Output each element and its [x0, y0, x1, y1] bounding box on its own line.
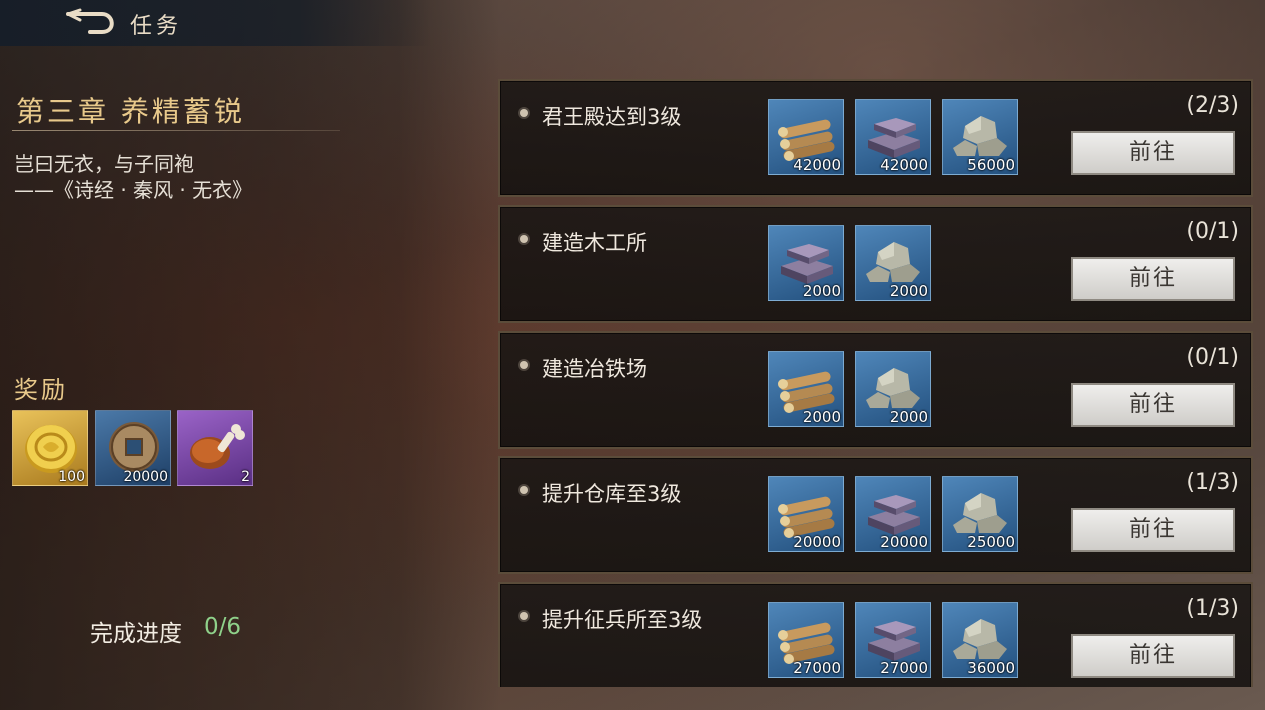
wood-icon [778, 496, 835, 538]
quest-progress-count: (2/3) [1186, 93, 1239, 118]
wood-icon [778, 119, 835, 161]
stone-icon [953, 116, 1007, 156]
go-button[interactable]: 前往 [1071, 383, 1235, 427]
resource-amount: 27000 [880, 659, 928, 677]
quest-progress-count: (0/1) [1186, 219, 1239, 244]
bullet-icon [520, 235, 528, 243]
resource-amount: 2000 [889, 282, 928, 300]
quest-progress-count: (1/3) [1186, 470, 1239, 495]
quest-name: 君王殿达到3级 [542, 105, 682, 129]
go-button[interactable]: 前往 [1071, 508, 1235, 552]
wood-icon [778, 371, 835, 413]
progress-value: 0/6 [204, 614, 242, 640]
page-title: 任务 [130, 14, 183, 39]
go-button[interactable]: 前往 [1071, 131, 1235, 175]
bullet-icon [520, 361, 528, 369]
resource-slot-stone[interactable]: 25000 [942, 476, 1018, 552]
bullet-icon [520, 612, 528, 620]
stone-icon [866, 368, 920, 408]
stone-icon [953, 493, 1007, 533]
divider [12, 130, 340, 131]
iron-ingot-icon [868, 621, 920, 661]
wood-icon [778, 622, 835, 664]
header-bar: 任务 [0, 0, 430, 46]
iron-ingot-icon [781, 244, 833, 284]
quest-card: 建造木工所 (0/1) 2000 2000 前往 [498, 205, 1253, 323]
resource-slot-wood[interactable]: 42000 [768, 99, 844, 175]
iron-ingot-icon [868, 118, 920, 158]
resource-amount: 20000 [793, 533, 841, 551]
quest-progress-count: (0/1) [1186, 345, 1239, 370]
resource-slot-iron[interactable]: 27000 [855, 602, 931, 678]
quest-name: 提升征兵所至3级 [542, 608, 703, 632]
quest-card: 提升征兵所至3级 (1/3) 27000 27000 36000 前往 [498, 582, 1253, 687]
quest-name: 提升仓库至3级 [542, 482, 682, 506]
reward-count: 100 [58, 469, 85, 485]
resource-slot-wood[interactable]: 2000 [768, 351, 844, 427]
resource-slot-wood[interactable]: 27000 [768, 602, 844, 678]
resource-amount: 2000 [802, 282, 841, 300]
resource-amount: 2000 [802, 408, 841, 426]
go-button[interactable]: 前往 [1071, 257, 1235, 301]
iron-ingot-icon [868, 495, 920, 535]
resource-slot-iron[interactable]: 2000 [768, 225, 844, 301]
reward-count: 20000 [123, 469, 168, 485]
chapter-quote-line1: 岂曰无衣，与子同袍 [14, 152, 194, 176]
resource-slot-stone[interactable]: 36000 [942, 602, 1018, 678]
resource-amount: 42000 [880, 156, 928, 174]
resource-slot-wood[interactable]: 20000 [768, 476, 844, 552]
bullet-icon [520, 109, 528, 117]
go-button[interactable]: 前往 [1071, 634, 1235, 678]
resource-amount: 2000 [889, 408, 928, 426]
progress-label: 完成进度 [90, 621, 182, 647]
bullet-icon [520, 486, 528, 494]
resource-amount: 25000 [967, 533, 1015, 551]
reward-count: 2 [241, 469, 250, 485]
quest-list[interactable]: 君王殿达到3级 (2/3) 42000 42000 56000 前往 建造木工所 (0/1) 2… [498, 79, 1253, 687]
reward-slot-meat[interactable]: 2 [177, 410, 253, 486]
chapter-title: 第三章 养精蓄锐 [16, 95, 245, 128]
meat-icon [190, 424, 245, 469]
quest-progress-count: (1/3) [1186, 596, 1239, 621]
resource-slot-stone[interactable]: 2000 [855, 351, 931, 427]
quest-name: 建造冶铁场 [542, 357, 647, 381]
stone-icon [953, 619, 1007, 659]
quest-card: 君王殿达到3级 (2/3) 42000 42000 56000 前往 [498, 79, 1253, 197]
resource-slot-iron[interactable]: 42000 [855, 99, 931, 175]
reward-slot-copper-coin[interactable]: 20000 [95, 410, 171, 486]
chapter-quote-line2: ——《诗经 · 秦风 · 无衣》 [14, 178, 253, 202]
quest-card: 提升仓库至3级 (1/3) 20000 20000 25000 前往 [498, 456, 1253, 574]
quest-card: 建造冶铁场 (0/1) 2000 2000 前往 [498, 331, 1253, 449]
quest-name: 建造木工所 [542, 231, 647, 255]
stone-icon [866, 242, 920, 282]
resource-slot-stone[interactable]: 56000 [942, 99, 1018, 175]
reward-slot-gold-coin[interactable]: 100 [12, 410, 88, 486]
rewards-label: 奖励 [14, 376, 68, 404]
resource-amount: 27000 [793, 659, 841, 677]
resource-amount: 36000 [967, 659, 1015, 677]
resource-amount: 56000 [967, 156, 1015, 174]
resource-amount: 20000 [880, 533, 928, 551]
resource-slot-iron[interactable]: 20000 [855, 476, 931, 552]
resource-amount: 42000 [793, 156, 841, 174]
resource-slot-stone[interactable]: 2000 [855, 225, 931, 301]
back-arrow-icon[interactable] [64, 8, 118, 38]
